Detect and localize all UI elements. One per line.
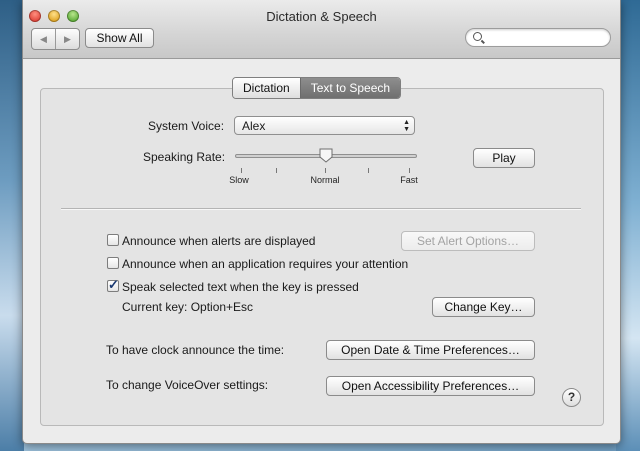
announce-alerts-checkbox[interactable] [107, 234, 119, 246]
tab-text-to-speech[interactable]: Text to Speech [299, 78, 401, 98]
speak-selected-label: Speak selected text when the key is pres… [122, 280, 359, 294]
speaking-rate-slider[interactable] [235, 148, 417, 163]
rate-tick [409, 168, 410, 173]
system-voice-select[interactable]: Alex ▲ ▼ [234, 116, 415, 135]
change-key-button[interactable]: Change Key… [432, 297, 535, 317]
rate-fast-label: Fast [400, 175, 418, 185]
rate-tick [368, 168, 369, 173]
clock-announce-label: To have clock announce the time: [106, 343, 285, 357]
announce-alerts-label: Announce when alerts are displayed [122, 234, 316, 248]
help-icon[interactable]: ? [562, 388, 581, 407]
speak-selected-checkbox[interactable] [107, 277, 119, 293]
tab-bar: Dictation Text to Speech [232, 77, 402, 99]
announce-app-attention-label: Announce when an application requires yo… [122, 257, 409, 271]
rate-tick [241, 168, 242, 173]
set-alert-options-button[interactable]: Set Alert Options… [401, 231, 535, 251]
back-forward-control: ◀ ▶ [31, 28, 80, 50]
play-button[interactable]: Play [473, 148, 535, 168]
window-title: Dictation & Speech [266, 9, 377, 24]
search-field[interactable] [465, 28, 611, 47]
search-input[interactable] [486, 30, 608, 47]
rate-tick [325, 168, 326, 173]
open-accessibility-preferences-button[interactable]: Open Accessibility Preferences… [326, 376, 535, 396]
system-voice-value: Alex [242, 119, 266, 133]
rate-tick [276, 168, 277, 173]
system-voice-label: System Voice: [148, 119, 225, 133]
slider-knob[interactable] [319, 148, 333, 163]
open-date-time-preferences-button[interactable]: Open Date & Time Preferences… [326, 340, 535, 360]
current-key-label: Current key: Option+Esc [122, 300, 254, 314]
popup-arrows-icon: ▲ ▼ [403, 119, 410, 133]
rate-normal-label: Normal [310, 175, 340, 185]
forward-arrow-icon[interactable]: ▶ [56, 29, 79, 49]
tab-dictation[interactable]: Dictation [233, 78, 300, 98]
announce-app-attention-checkbox[interactable] [107, 257, 119, 269]
search-icon [473, 32, 482, 41]
desktop-background-left [0, 0, 24, 451]
rate-slow-label: Slow [229, 175, 249, 185]
speaking-rate-label: Speaking Rate: [143, 150, 226, 164]
section-divider [61, 208, 581, 210]
title-bar: Dictation & Speech ◀ ▶ Show All [23, 0, 620, 59]
preferences-window: Dictation & Speech ◀ ▶ Show All Dictatio… [22, 0, 621, 444]
back-arrow-icon[interactable]: ◀ [32, 29, 56, 49]
voiceover-settings-label: To change VoiceOver settings: [106, 378, 269, 392]
show-all-button[interactable]: Show All [85, 28, 154, 48]
